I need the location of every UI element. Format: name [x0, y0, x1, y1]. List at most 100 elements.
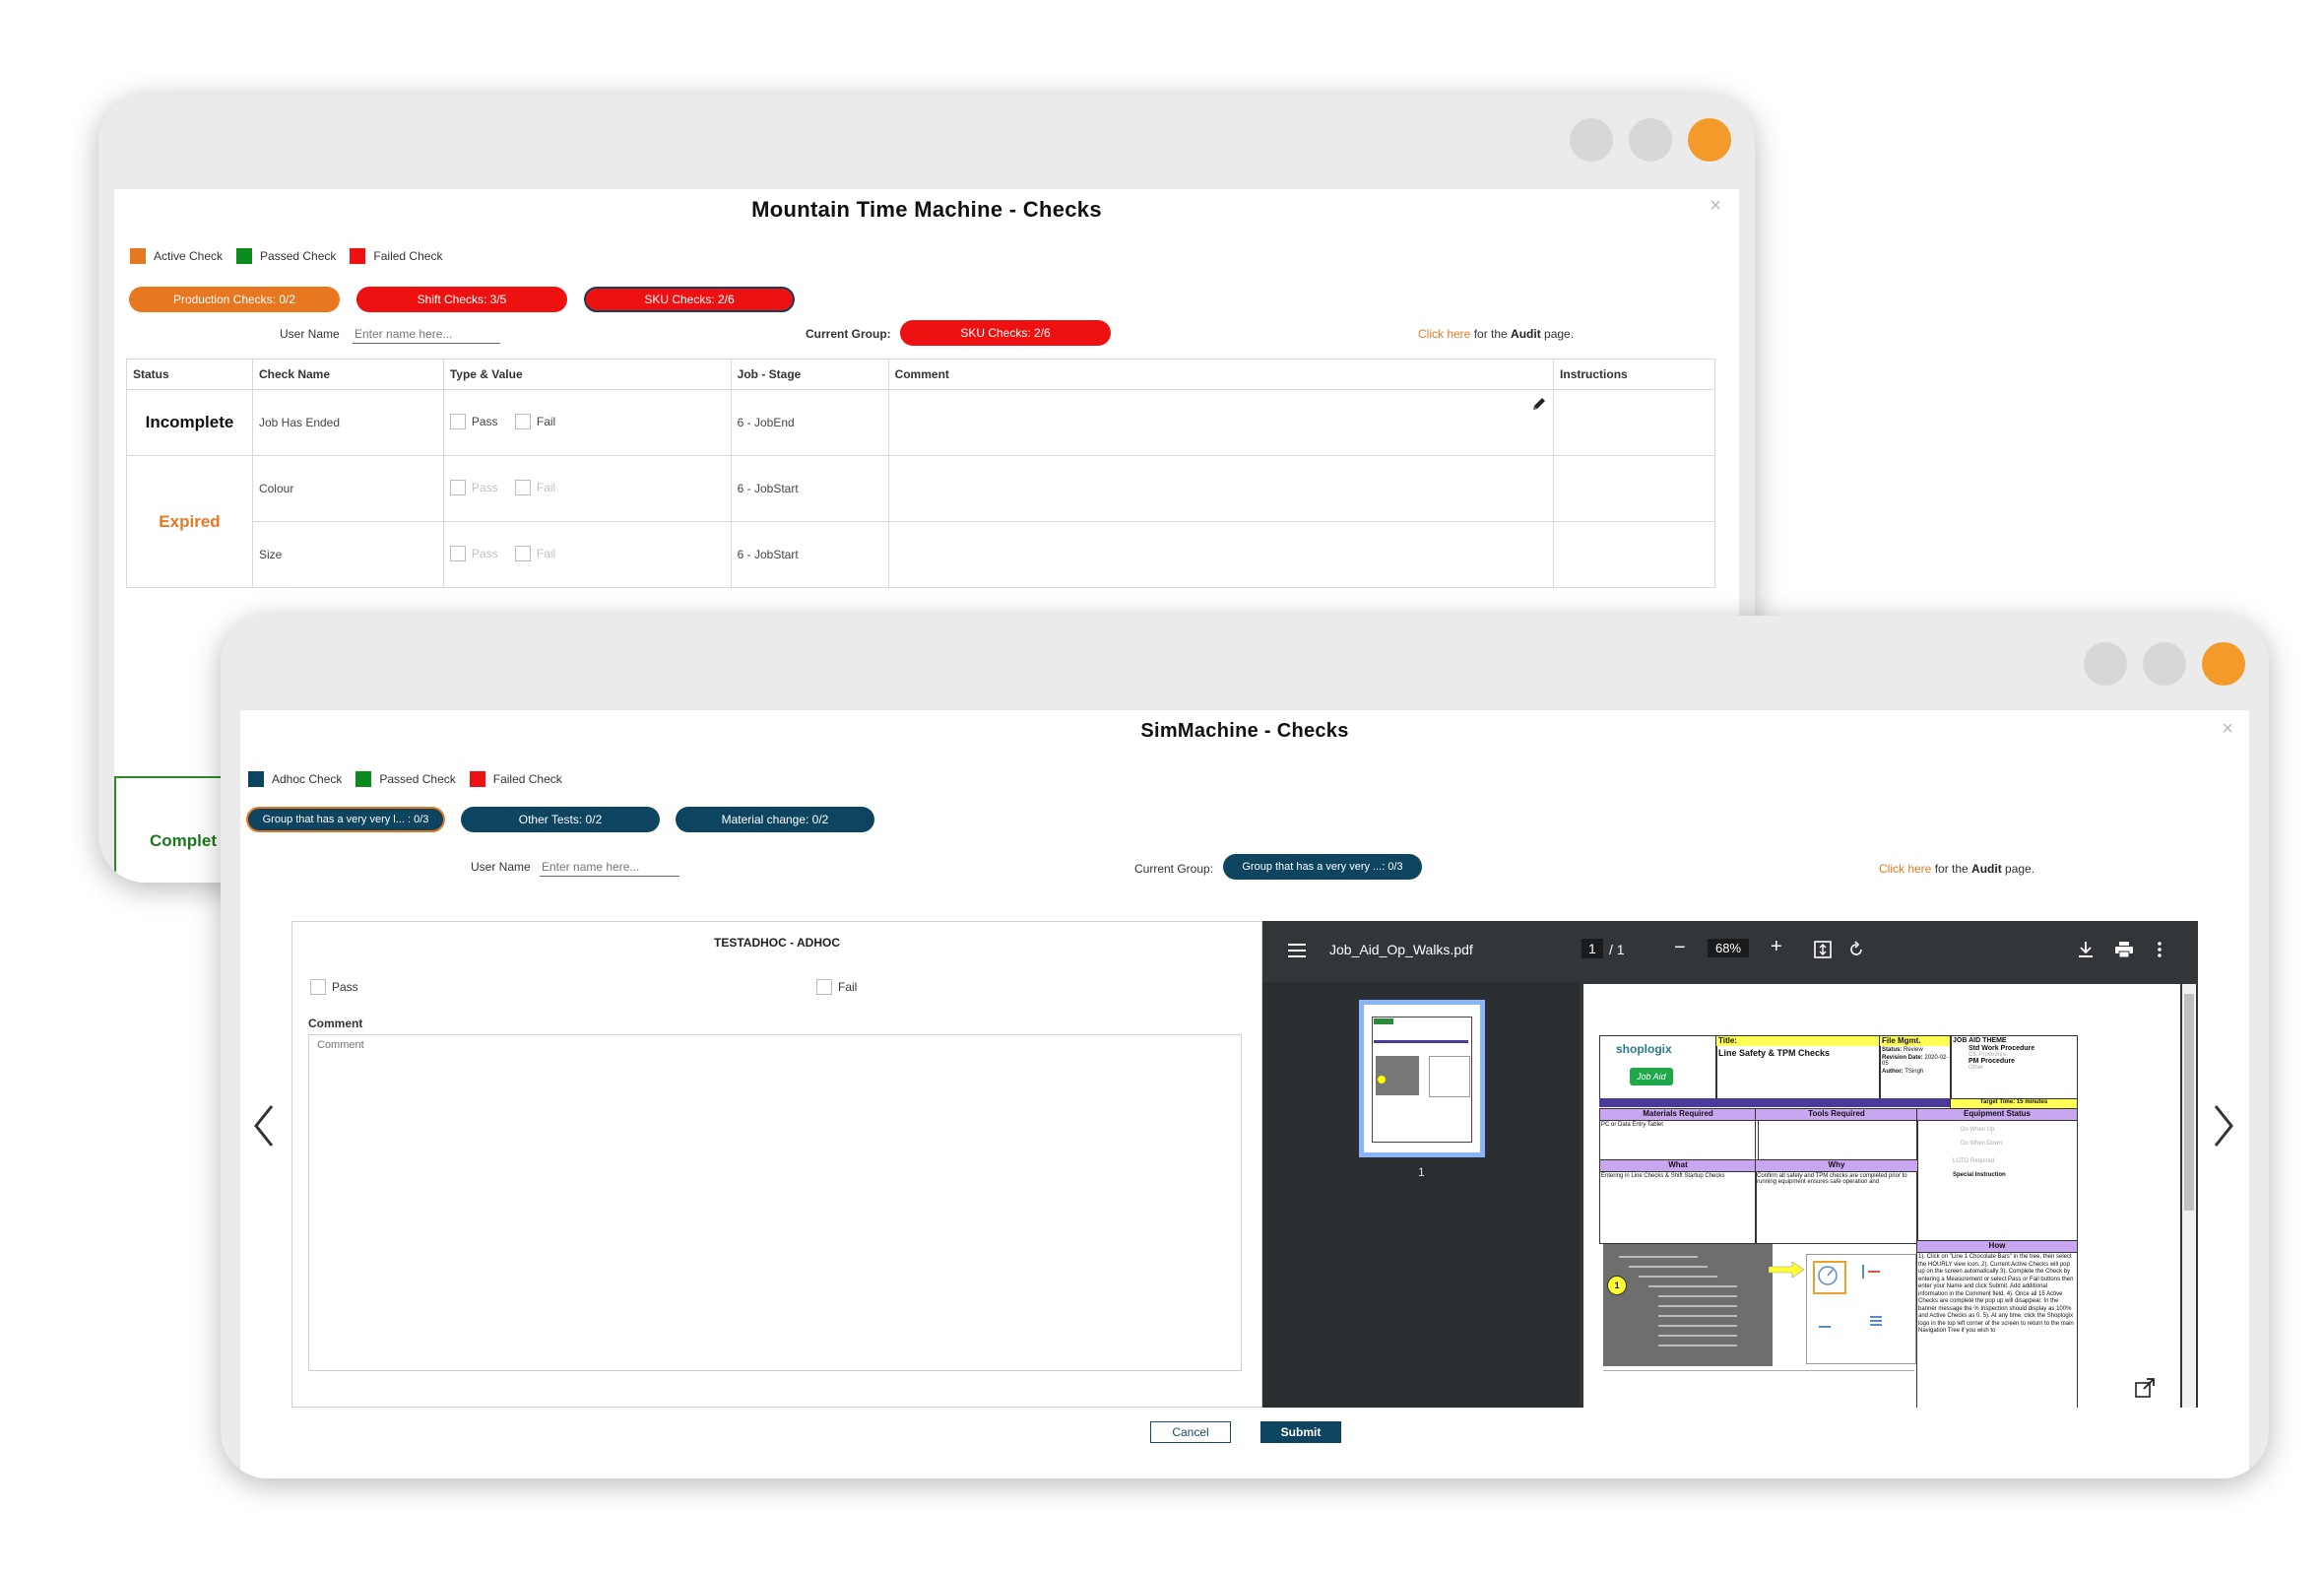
group-pill-production[interactable]: Production Checks: 0/2	[129, 287, 340, 312]
table-row: Expired Colour Pass Fail 6 - JobStart	[126, 455, 1715, 588]
pass-label: Pass	[471, 546, 498, 560]
job-stage-cell: 6 - JobStart	[730, 455, 889, 522]
status-cell: Expired	[126, 455, 253, 588]
doc-strip	[1603, 1370, 1914, 1379]
fail-label: Fail	[536, 546, 556, 560]
doc-what-text: Entering in Line Checks & Shift Startup …	[1599, 1171, 1757, 1244]
fail-option[interactable]: Fail	[816, 979, 857, 995]
doc-why-text: Confirm all safety and TPM checks are co…	[1755, 1171, 1918, 1244]
doc-status: Review	[1904, 1047, 1923, 1053]
type-value-cell: Pass Fail	[442, 389, 732, 456]
comment-cell	[887, 455, 1555, 522]
fail-option[interactable]: Fail	[514, 413, 556, 429]
legend-swatch-failed	[469, 771, 485, 787]
previous-check-chevron-left-icon[interactable]	[252, 1104, 276, 1158]
doc-marker-1: 1	[1607, 1276, 1627, 1295]
doc-theme-cell: JOB AID THEME Std Work Procedure CIL Pro…	[1950, 1035, 2078, 1100]
instructions-cell	[1553, 455, 1715, 522]
column-header: Job - Stage	[730, 359, 889, 390]
more-options-icon[interactable]	[2157, 941, 2163, 958]
group-pill-material-change[interactable]: Material change: 0/2	[676, 807, 874, 832]
fit-page-icon[interactable]	[1814, 941, 1832, 958]
audit-link[interactable]: Click here	[1879, 862, 1931, 876]
comment-cell[interactable]	[887, 389, 1555, 456]
group-pill-long-group[interactable]: Group that has a very very l... : 0/3	[246, 807, 445, 832]
fail-checkbox[interactable]	[514, 413, 531, 429]
current-group-pill[interactable]: Group that has a very very ...: 0/3	[1223, 854, 1422, 880]
window-close-button[interactable]	[2202, 642, 2245, 686]
window-maximize-button[interactable]	[1629, 118, 1672, 162]
submit-button[interactable]: Submit	[1260, 1421, 1341, 1443]
legend-swatch-adhoc	[248, 771, 264, 787]
next-check-chevron-right-icon[interactable]	[2212, 1104, 2235, 1158]
doc-title-label: Title:	[1716, 1036, 1880, 1046]
modal-close-icon[interactable]: ×	[1710, 195, 1721, 218]
job-stage-cell: 6 - JobEnd	[730, 389, 889, 456]
open-external-icon[interactable]	[2135, 1378, 2155, 1398]
window-minimize-button[interactable]	[2084, 642, 2127, 686]
doc-file-mgmt: File Mgmt.	[1880, 1036, 1951, 1046]
pass-checkbox[interactable]	[310, 979, 326, 995]
pdf-thumbnail-sidebar: 1	[1262, 982, 1580, 1408]
window-minimize-button[interactable]	[1570, 118, 1613, 162]
job-stage-cell: 6 - JobStart	[730, 521, 889, 588]
rotate-icon[interactable]	[1847, 941, 1865, 958]
audit-link[interactable]: Click here	[1418, 327, 1470, 341]
user-name-label: User Name	[471, 860, 531, 874]
group-pill-sku[interactable]: SKU Checks: 2/6	[584, 287, 795, 312]
pdf-toolbar: Job_Aid_Op_Walks.pdf 1 / 1 − 68% +	[1262, 921, 2198, 982]
pdf-zoom-level[interactable]: 68%	[1708, 939, 1750, 957]
user-name-input[interactable]	[540, 860, 679, 877]
zoom-out-minus-icon[interactable]: −	[1674, 937, 1686, 959]
modal-close-icon[interactable]: ×	[2222, 718, 2233, 741]
doc-do-when-up: Do When Up	[1961, 1127, 1995, 1133]
doc-author-label: Author:	[1882, 1069, 1904, 1075]
comment-textarea[interactable]	[308, 1034, 1242, 1371]
download-icon[interactable]	[2078, 941, 2094, 958]
pass-option: Pass	[449, 545, 498, 561]
pass-label: Pass	[471, 480, 498, 494]
doc-status-label: Status:	[1882, 1047, 1903, 1053]
group-pill-shift[interactable]: Shift Checks: 3/5	[356, 287, 567, 312]
pdf-scrollbar[interactable]	[2182, 984, 2196, 1408]
fail-checkbox	[514, 545, 531, 561]
audit-link-text: Click here for the Audit page.	[1418, 327, 1574, 341]
adhoc-check-panel: TESTADHOC - ADHOC Pass Fail Comment	[291, 921, 1262, 1408]
window-close-button[interactable]	[1688, 118, 1731, 162]
pass-label: Pass	[332, 980, 358, 994]
pencil-icon[interactable]	[1531, 396, 1547, 412]
audit-text-bold: Audit	[1971, 862, 2002, 876]
doc-logo-cell: shoplogix Job Aid	[1599, 1035, 1717, 1100]
check-name-cell: Size	[251, 521, 444, 588]
print-icon[interactable]	[2115, 942, 2133, 957]
job-aid-document: shoplogix Job Aid Title: Line Safety & T…	[1599, 1035, 2078, 1408]
fail-checkbox[interactable]	[816, 979, 832, 995]
audit-text-end: page.	[1540, 327, 1575, 341]
table-row: Size Pass Fail 6 - JobStart	[127, 521, 1715, 588]
doc-do-when-down: Do When Down	[1961, 1141, 2003, 1147]
comment-cell	[887, 521, 1555, 588]
doc-how-text: 1). Click on "Line 1 Chocolate Bars" in …	[1916, 1252, 2078, 1408]
pdf-scrollbar-thumb[interactable]	[2184, 994, 2194, 1211]
current-group-label: Current Group:	[1134, 862, 1214, 876]
column-header: Instructions	[1553, 359, 1715, 390]
doc-screenshot-tree	[1603, 1244, 1773, 1366]
checks-table: Status Check Name Type & Value Job - Sta…	[126, 359, 1715, 588]
doc-special: Special Instruction	[1953, 1172, 2006, 1178]
pass-checkbox[interactable]	[449, 413, 466, 429]
legend-label-passed: Passed Check	[260, 249, 337, 263]
fail-label: Fail	[536, 414, 556, 428]
pdf-page-input[interactable]: 1	[1582, 939, 1603, 958]
user-name-input[interactable]	[353, 327, 500, 344]
group-pill-other-tests[interactable]: Other Tests: 0/2	[461, 807, 660, 832]
pass-option[interactable]: Pass	[310, 979, 358, 995]
pdf-page-thumbnail[interactable]	[1359, 1000, 1485, 1157]
doc-title: Line Safety & TPM Checks	[1718, 1048, 1831, 1058]
pass-option[interactable]: Pass	[449, 413, 498, 429]
current-group-pill[interactable]: SKU Checks: 2/6	[900, 320, 1111, 346]
cancel-button[interactable]: Cancel	[1150, 1421, 1231, 1443]
zoom-in-plus-icon[interactable]: +	[1771, 936, 1782, 958]
legend-label-failed: Failed Check	[373, 249, 443, 263]
window-maximize-button[interactable]	[2143, 642, 2186, 686]
hamburger-menu-icon[interactable]	[1288, 943, 1306, 958]
